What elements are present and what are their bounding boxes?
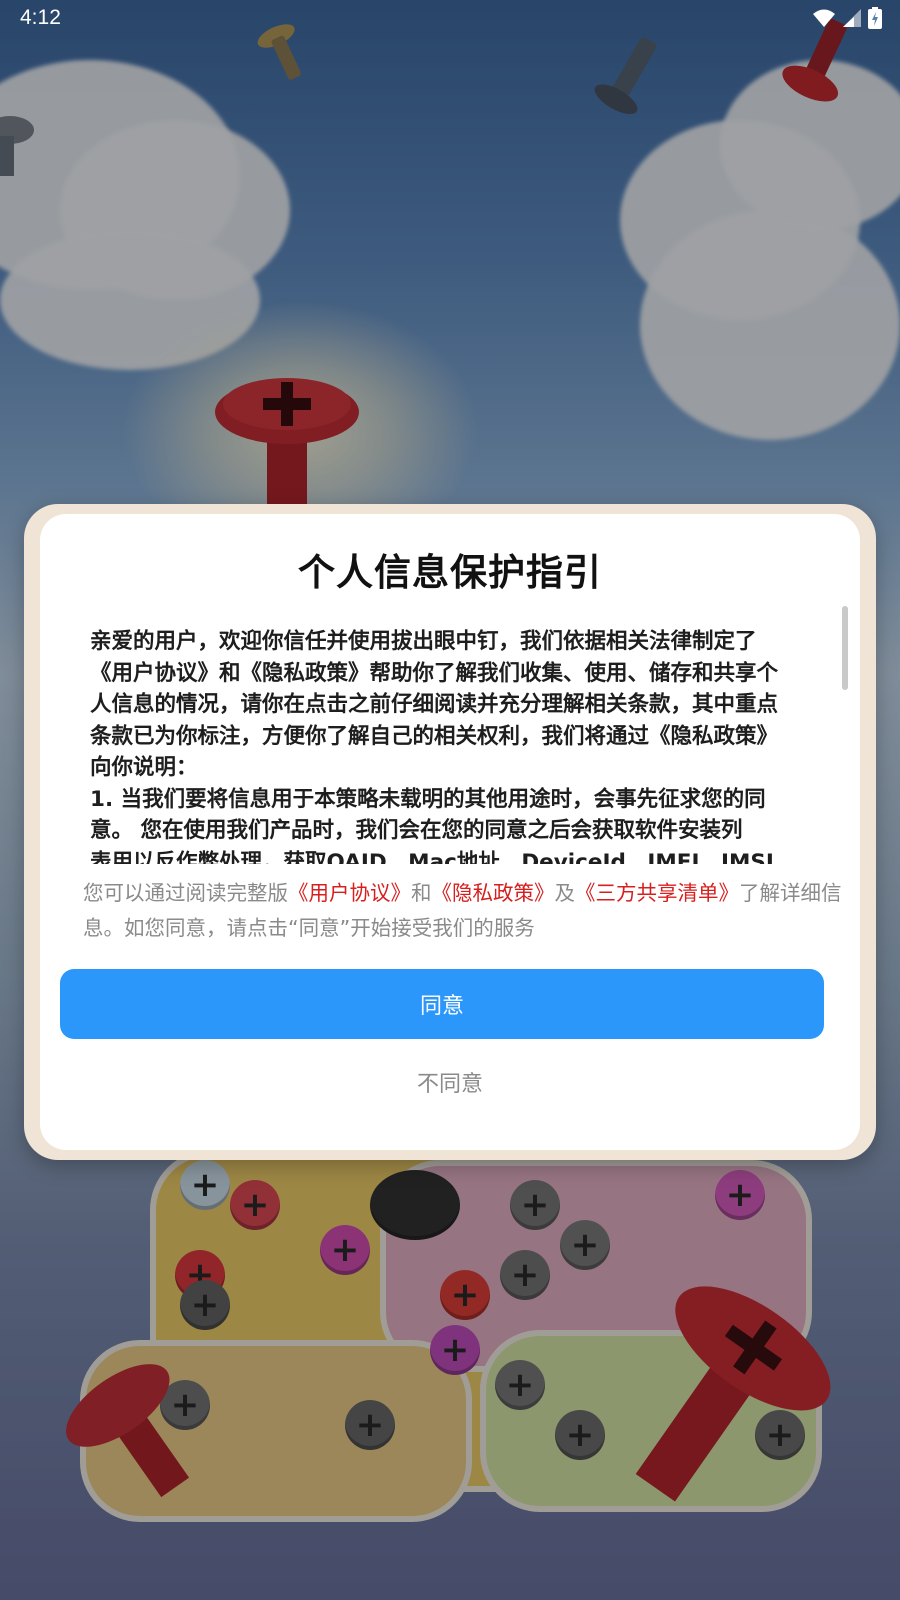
status-time: 4:12 bbox=[20, 6, 61, 29]
user-agreement-link[interactable]: 《用户协议》 bbox=[288, 881, 411, 905]
wifi-icon bbox=[813, 9, 835, 27]
battery-charging-icon bbox=[868, 7, 882, 29]
terms-line: 意。 您在使用我们产品时，我们会在您的同意之后会获取软件安装列 bbox=[90, 818, 743, 843]
terms-line: 亲爱的用户，欢迎你信任并使用拔出眼中钉，我们依据相关法律制定了 bbox=[90, 629, 757, 654]
disagree-button[interactable]: 不同意 bbox=[40, 1066, 860, 1098]
agreement-summary: 您可以通过阅读完整版《用户协议》和《隐私政策》及《三方共享清单》了解详细信息。如… bbox=[83, 876, 843, 946]
terms-line: 表用以反作弊处理，获取OAID、Mac地址、DeviceId、IMEI、IMSI… bbox=[90, 849, 796, 865]
status-bar: 4:12 bbox=[0, 0, 900, 36]
summary-prefix: 您可以通过阅读完整版 bbox=[83, 881, 288, 905]
terms-line: 1. 当我们要将信息用于本策略未载明的其他用途时，会事先征求您的同 bbox=[90, 786, 766, 812]
cellular-signal-icon bbox=[843, 9, 861, 27]
terms-scroll-area[interactable]: 亲爱的用户，欢迎你信任并使用拔出眼中钉，我们依据相关法律制定了 《用户协议》和《… bbox=[90, 626, 826, 864]
summary-and: 和 bbox=[411, 881, 432, 905]
agree-button[interactable]: 同意 bbox=[60, 969, 824, 1039]
privacy-dialog-panel: 个人信息保护指引 亲爱的用户，欢迎你信任并使用拔出眼中钉，我们依据相关法律制定了… bbox=[40, 514, 860, 1150]
dialog-title: 个人信息保护指引 bbox=[298, 551, 602, 594]
third-party-share-list-link[interactable]: 《三方共享清单》 bbox=[575, 881, 739, 905]
privacy-policy-link[interactable]: 《隐私政策》 bbox=[432, 881, 555, 905]
summary-and2: 及 bbox=[554, 881, 576, 905]
terms-line: 《用户协议》和《隐私政策》帮助你了解我们收集、使用、储存和共享个 bbox=[90, 660, 779, 686]
status-icons bbox=[812, 7, 882, 29]
terms-line: 向你说明： bbox=[90, 755, 198, 780]
terms-line: 人信息的情况，请你在点击之前仔细阅读并充分理解相关条款，其中重点 bbox=[90, 692, 779, 717]
terms-scrollbar[interactable] bbox=[842, 606, 848, 690]
privacy-dialog: 个人信息保护指引 亲爱的用户，欢迎你信任并使用拔出眼中钉，我们依据相关法律制定了… bbox=[24, 504, 876, 1160]
terms-line: 条款已为你标注，方便你了解自己的相关权利，我们将通过《隐私政策》 bbox=[90, 723, 779, 749]
